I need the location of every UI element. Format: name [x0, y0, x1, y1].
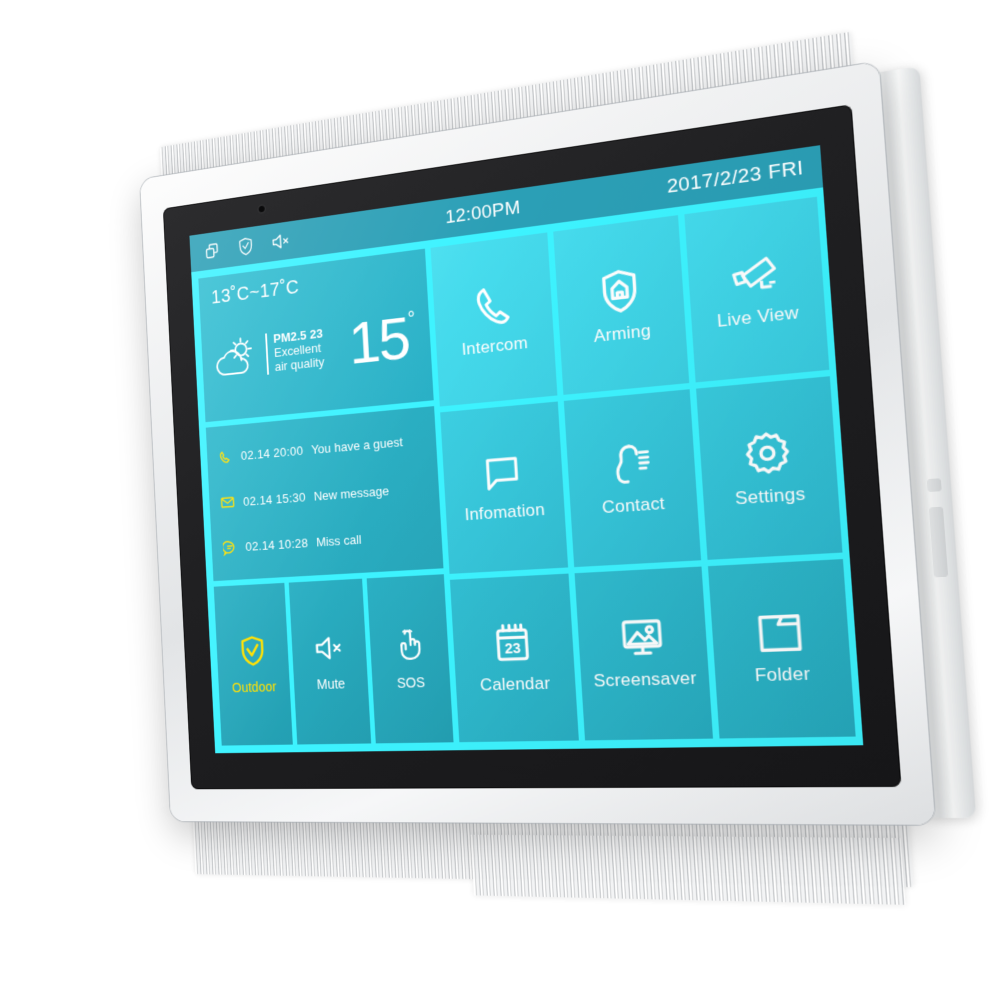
degree-symbol: ° [407, 308, 416, 331]
device-scene: 12:00PM 2017/2/23 FRI 13˚C~17˚C PM2.5 23… [0, 0, 1000, 1000]
quick-action-label: Outdoor [231, 678, 277, 696]
contact-person-icon [608, 440, 653, 486]
quick-action-row: Outdoor Mute SOS [213, 574, 454, 746]
app-tile-infomation[interactable]: Infomation [439, 401, 569, 574]
status-bar-icon-group [203, 231, 290, 262]
message-timestamp: 02.14 20:00 [240, 443, 304, 464]
phone-handset-icon [470, 283, 513, 329]
app-tile-screensaver[interactable]: Screensaver [574, 566, 714, 741]
shield-home-icon [598, 266, 640, 315]
folder-icon [755, 612, 805, 654]
quick-action-sos[interactable]: SOS [367, 574, 454, 744]
message-timestamp: 02.14 10:28 [245, 536, 309, 555]
app-tile-calendar[interactable]: 23 Calendar [449, 573, 580, 743]
multi-screen-icon[interactable] [203, 241, 221, 262]
envelope-icon [219, 494, 235, 512]
current-temperature: 15 ° [347, 304, 418, 378]
app-tile-label: Live View [716, 301, 800, 331]
message-text: New message [313, 483, 390, 504]
app-tile-label: Contact [601, 493, 666, 518]
status-bar-date: 2017/2/23 FRI [666, 157, 805, 198]
app-tile-label: Intercom [461, 332, 529, 359]
indoor-station-device: 12:00PM 2017/2/23 FRI 13˚C~17˚C PM2.5 23… [139, 31, 977, 905]
app-tile-label: Arming [593, 320, 652, 346]
app-tile-intercom[interactable]: Intercom [430, 232, 558, 407]
app-tile-label: Screensaver [593, 668, 698, 691]
bottom-grille-secondary [470, 834, 906, 905]
cctv-camera-icon [728, 251, 781, 299]
screenshot-canvas: 12:00PM 2017/2/23 FRI 13˚C~17˚C PM2.5 23… [0, 0, 1000, 1000]
device-bezel: 12:00PM 2017/2/23 FRI 13˚C~17˚C PM2.5 23… [139, 61, 936, 825]
home-tile-board: 13˚C~17˚C PM2.5 23 Excellent air quality… [191, 187, 864, 754]
quick-action-label: Mute [316, 675, 346, 693]
svg-text:23: 23 [504, 640, 521, 657]
message-list[interactable]: 02.14 20:00 You have a guest 02.14 15:30… [205, 405, 444, 582]
speaker-mute-icon[interactable] [270, 231, 290, 252]
quick-action-mute[interactable]: Mute [288, 578, 372, 745]
app-tile-arming[interactable]: Arming [553, 215, 690, 396]
app-tile-live-view[interactable]: Live View [684, 196, 830, 383]
display-glass: 12:00PM 2017/2/23 FRI 13˚C~17˚C PM2.5 23… [162, 104, 902, 790]
app-tile-settings[interactable]: Settings [696, 376, 843, 560]
phone-call-icon [217, 448, 233, 466]
speaker-mute-icon [313, 632, 346, 669]
air-quality-block: PM2.5 23 Excellent air quality [265, 326, 325, 375]
app-tile-contact[interactable]: Contact [564, 389, 702, 567]
hand-touch-icon [394, 628, 424, 667]
side-button-small[interactable] [926, 478, 942, 493]
app-tile-folder[interactable]: Folder [708, 558, 856, 739]
gear-icon [742, 429, 792, 477]
app-tile-label: Infomation [464, 499, 546, 525]
front-camera-icon [258, 205, 265, 213]
missed-call-bubble-icon [222, 539, 238, 557]
shield-check-icon[interactable] [237, 236, 254, 257]
left-column: 13˚C~17˚C PM2.5 23 Excellent air quality… [198, 248, 454, 746]
app-tile-label: Settings [734, 483, 806, 509]
app-grid: Intercom Arming Live View Infomation Con… [430, 196, 856, 743]
message-text: Miss call [315, 532, 362, 550]
quick-action-label: SOS [396, 674, 426, 691]
speech-bubble-icon [481, 453, 523, 494]
shield-check-icon [238, 634, 266, 672]
calendar-23-icon: 23 [492, 622, 532, 666]
app-tile-label: Calendar [479, 673, 551, 695]
picture-monitor-icon [619, 617, 666, 660]
list-item[interactable]: 02.14 20:00 You have a guest [217, 431, 425, 466]
ui-screen: 12:00PM 2017/2/23 FRI 13˚C~17˚C PM2.5 23… [189, 145, 864, 754]
list-item[interactable]: 02.14 15:30 New message [219, 479, 427, 512]
list-item[interactable]: 02.14 10:28 Miss call [222, 527, 430, 557]
quick-action-outdoor[interactable]: Outdoor [213, 583, 293, 746]
message-timestamp: 02.14 15:30 [242, 489, 306, 509]
sun-behind-cloud-icon [213, 334, 260, 382]
temperature-value: 15 [347, 304, 411, 378]
message-text: You have a guest [310, 434, 404, 458]
weather-widget[interactable]: 13˚C~17˚C PM2.5 23 Excellent air quality… [198, 248, 434, 422]
app-tile-label: Folder [754, 663, 811, 686]
